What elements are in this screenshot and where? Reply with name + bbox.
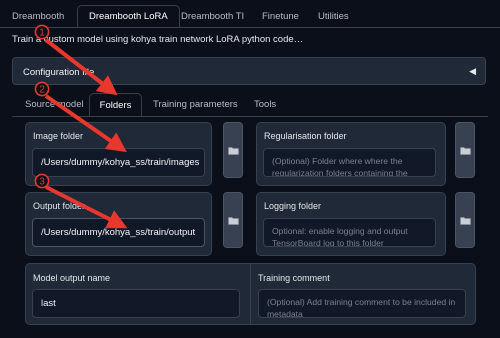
arrow-3	[45, 185, 128, 229]
arrow-2	[44, 94, 127, 153]
annotation-badge-2: 2	[34, 81, 50, 97]
annotation-badge-1: 1	[34, 24, 50, 40]
badge-3-number: 3	[39, 177, 45, 188]
arrow-1	[44, 38, 118, 96]
annotation-badge-3: 3	[34, 173, 50, 189]
badge-2-number: 2	[39, 85, 45, 96]
badge-1-number: 1	[39, 28, 45, 39]
annotation-overlay	[44, 38, 128, 229]
